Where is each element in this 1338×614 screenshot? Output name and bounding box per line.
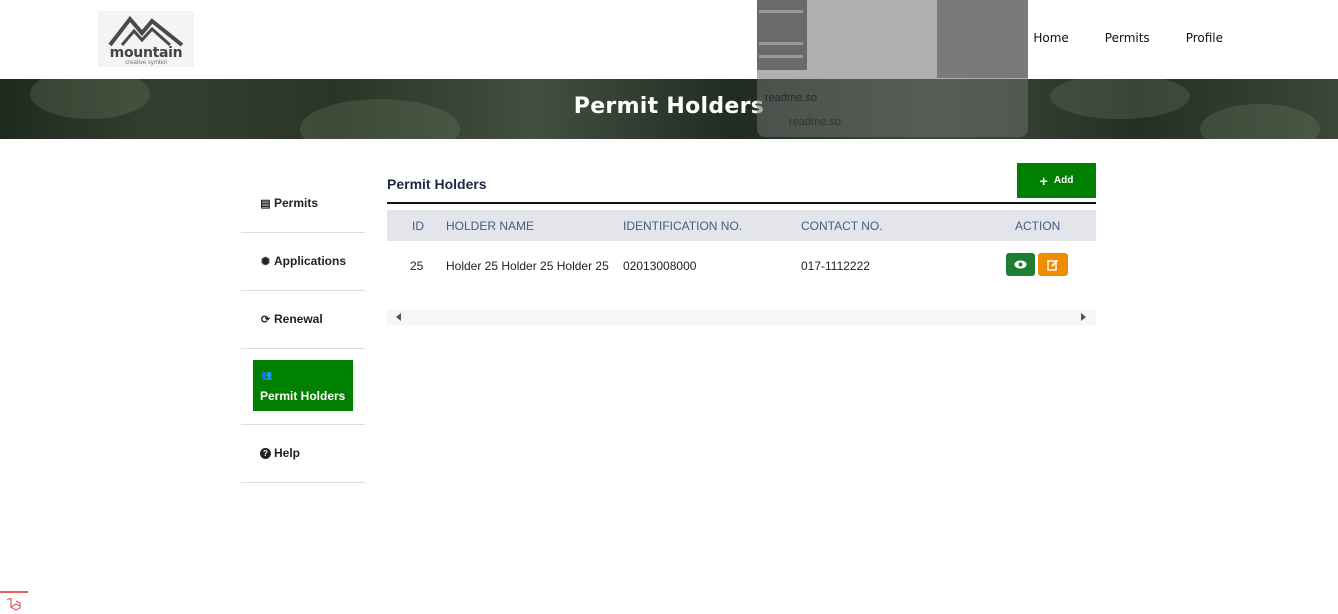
page-title: Permit Holders: [573, 94, 765, 119]
laravel-icon: [6, 598, 21, 611]
scroll-right-icon[interactable]: [1081, 313, 1086, 321]
overlay-text: readme.so: [789, 116, 841, 128]
overlay-text: readme.so: [765, 92, 817, 104]
horizontal-scrollbar[interactable]: [387, 310, 1096, 325]
column-header-holder-name[interactable]: HOLDER NAME: [446, 219, 534, 233]
column-header-contact[interactable]: CONTACT NO.: [801, 219, 883, 233]
sidebar-item-help[interactable]: ? Help: [241, 425, 365, 483]
section-title: Permit Holders: [387, 176, 487, 192]
cell-identification-no: 02013008000: [623, 259, 697, 273]
question-icon: ?: [260, 447, 271, 459]
gear-icon: ✺: [260, 255, 271, 268]
section-divider: [387, 202, 1096, 204]
framework-badge[interactable]: [0, 591, 28, 614]
sidebar-menu: ▤ Permits ✺ Applications ⟳ Renewal 👥 Per…: [241, 175, 365, 483]
add-button-label: Add: [1053, 175, 1074, 186]
edit-icon: [1047, 259, 1059, 271]
main-nav: Home Permits Profile: [997, 31, 1223, 45]
add-holder-button[interactable]: + Add: [1017, 163, 1096, 198]
overlay-line: [759, 10, 803, 13]
table-header: ID HOLDER NAME IDENTIFICATION NO. CONTAC…: [387, 210, 1096, 241]
cell-id: 25: [410, 259, 424, 273]
sidebar-item-permit-holders[interactable]: 👥 Permit Holders: [241, 349, 365, 425]
sidebar-item-applications[interactable]: ✺ Applications: [241, 233, 365, 291]
overlay-line: [759, 42, 803, 45]
sidebar-item-label: Help: [274, 446, 301, 460]
logo-tagline: creative symbol: [125, 60, 167, 66]
nav-permits[interactable]: Permits: [1105, 31, 1150, 45]
refresh-icon: ⟳: [260, 313, 271, 326]
table-row: 25 Holder 25 Holder 25 Holder 25 0201300…: [387, 241, 1096, 289]
sidebar-item-permits[interactable]: ▤ Permits: [241, 175, 365, 233]
column-header-action: ACTION: [1015, 219, 1061, 233]
overlay-line: [759, 55, 803, 58]
sidebar-item-label: Applications: [274, 254, 347, 268]
file-icon: ▤: [260, 197, 271, 210]
column-header-id[interactable]: ID: [412, 219, 424, 233]
cell-contact-no: 017-1112222: [801, 259, 870, 273]
sidebar-item-label: Permits: [274, 196, 319, 210]
mountain-logo-icon: [108, 15, 184, 47]
top-navbar: mountain creative symbol Home Permits Pr…: [0, 0, 1338, 79]
edit-button[interactable]: [1038, 253, 1068, 276]
permit-holders-table: ID HOLDER NAME IDENTIFICATION NO. CONTAC…: [387, 210, 1096, 289]
drag-preview-overlay: readme.so readme.so: [757, 0, 1028, 137]
logo-wordmark: mountain: [109, 45, 183, 61]
eye-icon: [1014, 260, 1027, 269]
overlay-panel: [937, 0, 1028, 78]
brand-logo[interactable]: mountain creative symbol: [98, 11, 194, 67]
users-icon: 👥: [261, 370, 273, 380]
view-button[interactable]: [1006, 253, 1035, 276]
nav-profile[interactable]: Profile: [1186, 31, 1223, 45]
scroll-left-icon[interactable]: [396, 313, 401, 321]
sidebar-item-label: Renewal: [274, 312, 323, 326]
sidebar-item-renewal[interactable]: ⟳ Renewal: [241, 291, 365, 349]
hero-banner: Permit Holders: [0, 79, 1338, 139]
cell-holder-name: Holder 25 Holder 25 Holder 25: [446, 259, 609, 273]
nav-home[interactable]: Home: [1033, 31, 1068, 45]
sidebar-item-label: Permit Holders: [260, 389, 346, 403]
column-header-identification[interactable]: IDENTIFICATION NO.: [623, 219, 742, 233]
plus-icon: +: [1039, 172, 1048, 189]
